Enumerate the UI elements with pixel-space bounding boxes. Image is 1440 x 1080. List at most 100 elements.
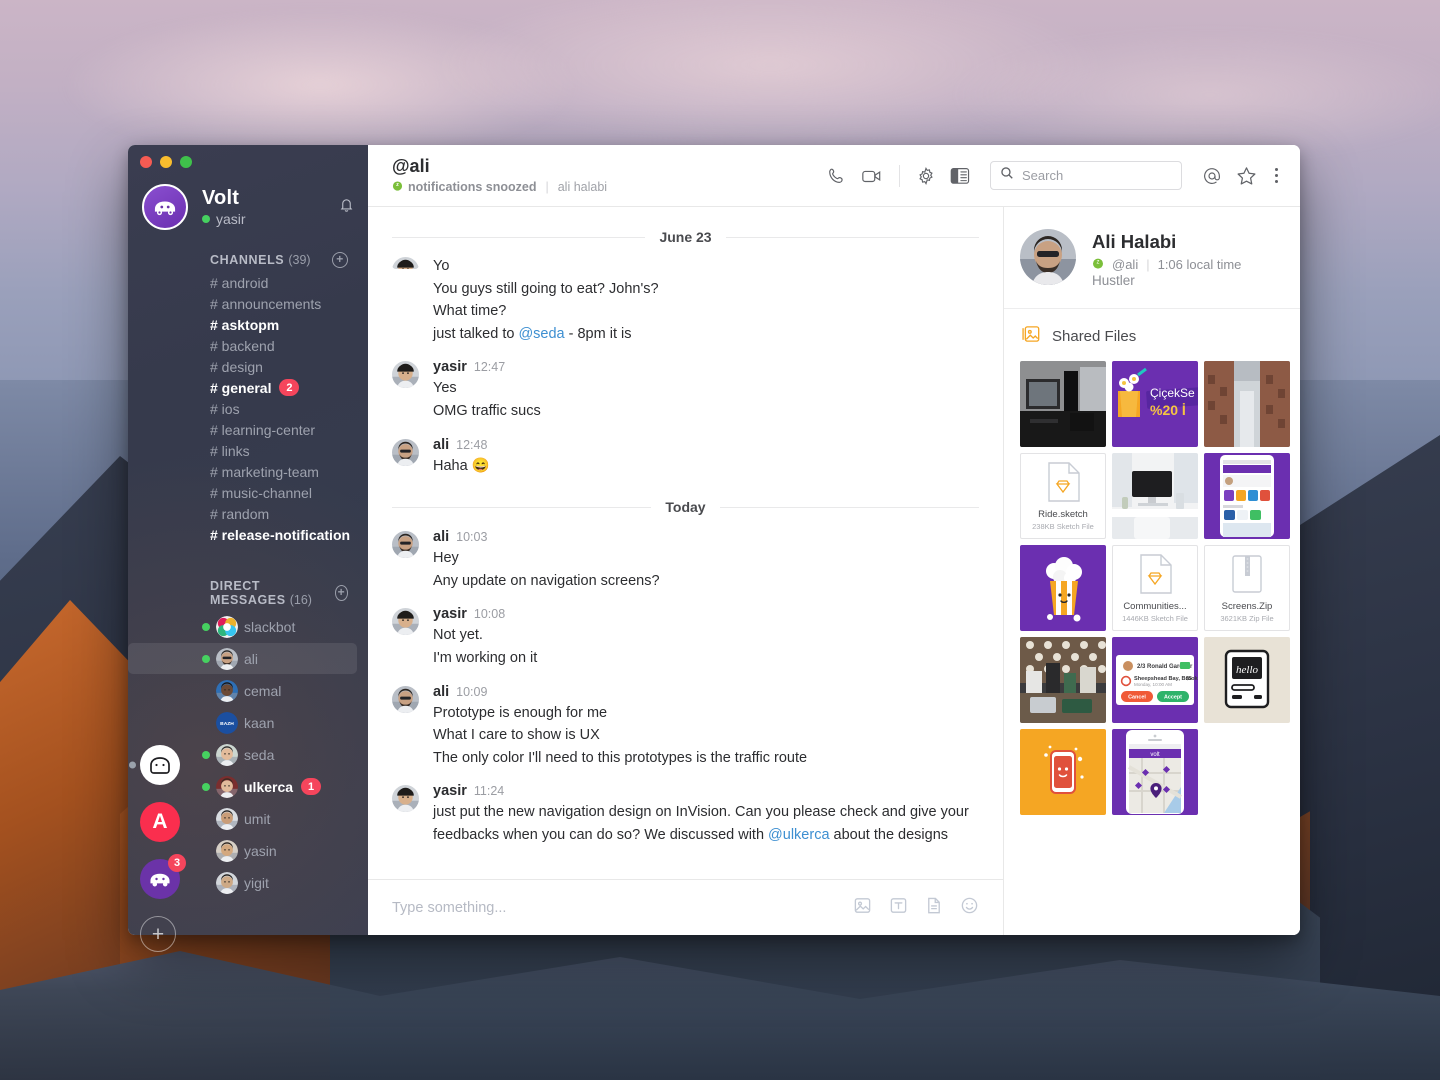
message-author[interactable]: ali (433, 437, 449, 453)
shared-file-tile[interactable] (1204, 361, 1290, 447)
sidebar-channel-android[interactable]: # android (128, 272, 360, 293)
mention-link[interactable]: @ulkerca (768, 827, 829, 843)
profile-handle-row: z @ali | 1:06 local time (1092, 257, 1241, 272)
sidebar-dm-ali[interactable]: ali (128, 643, 357, 674)
message-line: Yes (433, 377, 979, 400)
shared-files-title: Shared Files (1052, 328, 1137, 345)
minimize-window-button[interactable] (160, 156, 172, 168)
add-workspace-plus-icon: + (140, 916, 176, 952)
sidebar-channel-music-channel[interactable]: # music-channel (128, 482, 360, 503)
dm-avatar: BAZH (216, 711, 238, 734)
shared-file-tile[interactable] (1204, 453, 1290, 539)
message-avatar (392, 685, 419, 713)
dm-avatar (216, 743, 238, 766)
sidebar-channel-design[interactable]: # design (128, 356, 360, 377)
search-input[interactable] (1022, 168, 1172, 183)
sidebar-channel-links[interactable]: # links (128, 440, 360, 461)
text-format-icon[interactable] (889, 896, 908, 920)
message-line: You guys still going to eat? John's? (433, 278, 979, 301)
mentions-icon[interactable] (1202, 166, 1222, 186)
sidebar-toggle-icon[interactable] (950, 167, 970, 185)
sidebar-channel-learning-center[interactable]: # learning-center (128, 419, 360, 440)
sidebar-dm-cemal[interactable]: cemal (128, 675, 357, 706)
sidebar-channel-release-notification[interactable]: # release-notification (128, 524, 360, 545)
snooze-label: notifications snoozed (408, 180, 537, 195)
shared-file-tile[interactable] (1112, 453, 1198, 539)
workspace-item-volt[interactable]: 3 (140, 854, 186, 899)
add-workspace-button[interactable]: + (140, 916, 180, 952)
shared-file-tile[interactable]: Screens.Zip 3621KB Zip File (1204, 545, 1290, 631)
message-composer[interactable] (368, 879, 1003, 935)
message-header: yasir 12:47 (433, 359, 979, 375)
sidebar-dm-kaan[interactable]: BAZH kaan (128, 707, 357, 738)
dm-label-wrap: umit (244, 811, 270, 827)
add-channel-button[interactable]: + (332, 252, 348, 268)
message-row[interactable]: ali 10:09 Prototype is enough for me What I… (392, 684, 979, 770)
message-author[interactable]: ali (433, 529, 449, 545)
dm-label-wrap: yasin (244, 843, 277, 859)
video-icon[interactable] (861, 166, 883, 186)
message-text: The only color I'll need to this prototy… (433, 749, 808, 766)
workspace-item-a[interactable]: A (140, 802, 180, 842)
message-author[interactable]: ali (433, 684, 449, 700)
team-meta: Volt yasir (202, 187, 339, 227)
channel-label: # random (210, 505, 270, 522)
topbar-actions (827, 161, 1282, 190)
sidebar-channel-announcements[interactable]: # announcements (128, 293, 360, 314)
shared-file-tile[interactable]: 2/3 Ronald GardnerSheepshead Bay, Brookl… (1112, 637, 1198, 723)
shared-file-tile[interactable] (1020, 545, 1106, 631)
document-icon[interactable] (925, 896, 943, 920)
team-header[interactable]: Volt yasir (128, 168, 368, 230)
image-icon[interactable] (853, 896, 872, 920)
search-box[interactable] (990, 161, 1182, 190)
message-row[interactable]: ali 10:03 Hey Any update on navigation scre… (392, 529, 979, 592)
shared-file-tile[interactable]: volt (1112, 729, 1198, 815)
shared-file-tile[interactable] (1020, 637, 1106, 723)
shared-file-tile[interactable] (1020, 361, 1106, 447)
shared-file-tile[interactable]: ÇiçekSe %20 İ (1112, 361, 1198, 447)
message-row[interactable]: yasir 12:47 Yes OMG traffic sucs (392, 359, 979, 422)
shared-file-tile[interactable] (1020, 729, 1106, 815)
message-author[interactable]: yasir (433, 606, 467, 622)
message-author[interactable]: yasir (433, 359, 467, 375)
sidebar-channel-general[interactable]: # general 2 (128, 377, 360, 398)
message-text: Yo (433, 258, 450, 274)
emoji-icon[interactable] (960, 896, 979, 920)
message-row[interactable]: yasir 11:24 just put the new navigation de… (392, 783, 979, 846)
phone-icon[interactable] (827, 166, 847, 186)
shared-file-tile[interactable]: Communities... 1446KB Sketch File (1112, 545, 1198, 631)
notifications-bell-icon[interactable] (339, 197, 354, 218)
message-author[interactable]: yasir (433, 783, 467, 799)
mention-link[interactable]: @seda (518, 326, 564, 342)
close-window-button[interactable] (140, 156, 152, 168)
message-row[interactable]: yasir 10:08 Not yet. I'm working on it (392, 606, 979, 669)
sidebar-channel-ios[interactable]: # ios (128, 398, 360, 419)
date-divider-label: June 23 (659, 229, 712, 245)
message-text: I'm working on it (433, 649, 538, 666)
message-row[interactable]: Yo You guys still going to eat? John's? Wh… (392, 255, 979, 345)
gear-icon[interactable] (916, 166, 936, 186)
conversation-subtitle: z notifications snoozed | ali halabi (392, 180, 827, 194)
sidebar-channel-marketing-team[interactable]: # marketing-team (128, 461, 360, 482)
add-dm-button[interactable]: + (334, 585, 348, 601)
message-avatar (392, 531, 419, 559)
shared-file-tile[interactable]: Ride.sketch 238KB Sketch File (1020, 453, 1106, 539)
star-icon[interactable] (1236, 166, 1257, 186)
composer-input[interactable] (392, 899, 853, 916)
sidebar-channel-backend[interactable]: # backend (128, 335, 360, 356)
message-line: I'm working on it (433, 647, 979, 670)
kebab-menu-icon[interactable] (1271, 166, 1282, 185)
workspace-item-reddit[interactable] (129, 745, 180, 785)
message-text: You guys still going to eat? John's? (433, 280, 659, 297)
sidebar-channel-random[interactable]: # random (128, 503, 360, 524)
maximize-window-button[interactable] (180, 156, 192, 168)
sidebar-dm-slackbot[interactable]: slackbot (128, 611, 357, 642)
message-scroll[interactable]: June 23 Yo You guys still going to eat? J… (368, 207, 1003, 879)
message-avatar (392, 438, 419, 466)
sidebar-channel-asktopm[interactable]: # asktopm (128, 314, 360, 335)
shared-file-tile[interactable]: hello (1204, 637, 1290, 723)
message-avatar (392, 361, 419, 389)
svg-text:BAZH: BAZH (220, 720, 234, 726)
dm-presence-dot (202, 687, 210, 695)
message-row[interactable]: ali 12:48 Haha 😄 (392, 437, 979, 478)
